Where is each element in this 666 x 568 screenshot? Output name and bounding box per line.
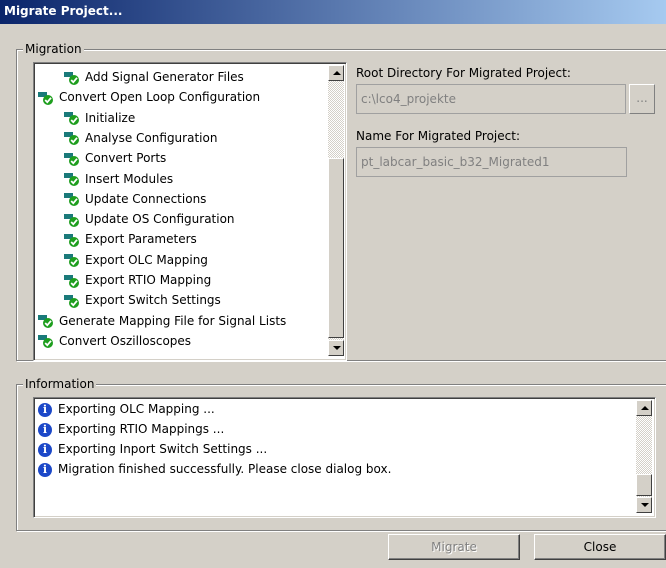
step-done-icon: [64, 294, 80, 308]
project-name-label: Name For Migrated Project:: [356, 129, 520, 143]
step-done-icon: [64, 192, 80, 207]
tree-item[interactable]: Generate Mapping File for Signal Lists: [38, 311, 286, 331]
tree-item-label: Update OS Configuration: [85, 212, 235, 227]
tree-item-label: Insert Modules: [85, 171, 174, 186]
tree-item-label: Convert Oszilloscopes: [59, 333, 192, 348]
step-done-icon: [64, 213, 80, 227]
tree-item-label: Export OLC Mapping: [85, 252, 208, 267]
tree-item-label: Export Switch Settings: [85, 293, 221, 308]
tree-item[interactable]: Update OS Configuration: [64, 209, 235, 229]
tree-item-label: Analyse Configuration: [85, 130, 218, 145]
step-done-icon: [64, 233, 80, 247]
tree-item-label: Export Parameters: [85, 232, 197, 247]
tree-item-label: Initialize: [85, 110, 136, 125]
tree-item[interactable]: Convert Open Loop Configuration: [38, 87, 260, 107]
root-dir-field[interactable]: c:\lco4_projekte: [356, 84, 626, 114]
info-scroll-up-button[interactable]: [636, 400, 652, 416]
info-scrollbar[interactable]: [636, 400, 652, 513]
step-done-icon: [64, 71, 80, 85]
step-done-icon: [64, 253, 80, 268]
tree-item-label: Add Signal Generator Files: [85, 70, 244, 84]
project-name-field[interactable]: pt_labcar_basic_b32_Migrated1: [356, 147, 627, 177]
tree-item-label: Export RTIO Mapping: [85, 273, 212, 287]
info-message[interactable]: i Exporting Inport Switch Settings ...: [38, 440, 267, 459]
tree-item[interactable]: Insert Modules: [64, 169, 173, 189]
step-done-icon: [64, 131, 80, 146]
tree-item[interactable]: Analyse Configuration: [64, 128, 217, 148]
scroll-up-button[interactable]: [328, 65, 344, 81]
step-done-icon: [64, 274, 80, 288]
tree-scrollbar[interactable]: [328, 65, 344, 356]
info-icon: i: [38, 442, 52, 457]
tree-item[interactable]: Convert Ports: [64, 148, 166, 168]
tree-item[interactable]: Add Signal Generator Files: [64, 67, 244, 87]
browse-button[interactable]: ...: [629, 84, 655, 114]
title-bar[interactable]: Migrate Project...: [0, 0, 666, 24]
arrow-up-icon: [333, 71, 341, 75]
migrate-button[interactable]: Migrate: [388, 534, 520, 560]
tree-item[interactable]: Export Parameters: [64, 229, 197, 249]
info-message[interactable]: i Migration finished successfully. Please…: [38, 460, 391, 479]
arrow-up-icon: [641, 406, 649, 410]
root-dir-label: Root Directory For Migrated Project:: [356, 66, 571, 80]
step-done-icon: [64, 152, 80, 166]
tree-item[interactable]: Convert Oszilloscopes: [38, 331, 191, 351]
step-done-icon: [38, 314, 54, 329]
tree-item-label: Generate Mapping File for Signal Lists: [59, 313, 287, 328]
scroll-down-button[interactable]: [328, 340, 344, 356]
info-icon: i: [38, 402, 52, 417]
scroll-thumb[interactable]: [328, 158, 344, 338]
info-scroll-thumb[interactable]: [636, 474, 652, 496]
arrow-down-icon: [641, 503, 649, 507]
info-icon: i: [38, 422, 52, 437]
info-list[interactable]: i Exporting OLC Mapping ... i Exporting RTI…: [33, 397, 656, 518]
tree-item[interactable]: Export RTIO Mapping: [64, 270, 211, 290]
info-message[interactable]: i Exporting OLC Mapping ...: [38, 400, 215, 419]
info-message-text: Exporting Inport Switch Settings ...: [58, 442, 268, 456]
tree-item[interactable]: Update Connections: [64, 189, 206, 209]
info-scroll-down-button[interactable]: [636, 497, 652, 513]
info-message-text: Exporting RTIO Mappings ...: [58, 422, 225, 436]
tree-item-label: Convert Ports: [85, 151, 167, 166]
migration-group-label: Migration: [23, 42, 84, 56]
step-done-icon: [38, 334, 54, 349]
arrow-down-icon: [333, 346, 341, 350]
close-button[interactable]: Close: [534, 534, 666, 560]
info-message[interactable]: i Exporting RTIO Mappings ...: [38, 420, 224, 439]
info-icon: i: [38, 462, 52, 477]
step-done-icon: [64, 111, 80, 126]
tree-item[interactable]: Export OLC Mapping: [64, 250, 208, 270]
migration-tree[interactable]: Add Signal Generator Files Convert Open L…: [33, 62, 347, 361]
tree-item-label: Update Connections: [85, 191, 207, 206]
window-title: Migrate Project...: [4, 4, 123, 18]
information-group-label: Information: [23, 377, 97, 391]
tree-item-label: Convert Open Loop Configuration: [59, 90, 261, 105]
info-message-text: Exporting OLC Mapping ...: [58, 402, 215, 416]
info-message-text: Migration finished successfully. Please …: [58, 462, 392, 476]
tree-item[interactable]: Export Switch Settings: [64, 290, 221, 310]
step-done-icon: [64, 172, 80, 186]
tree-item[interactable]: Initialize: [64, 108, 135, 128]
step-done-icon: [38, 91, 54, 105]
